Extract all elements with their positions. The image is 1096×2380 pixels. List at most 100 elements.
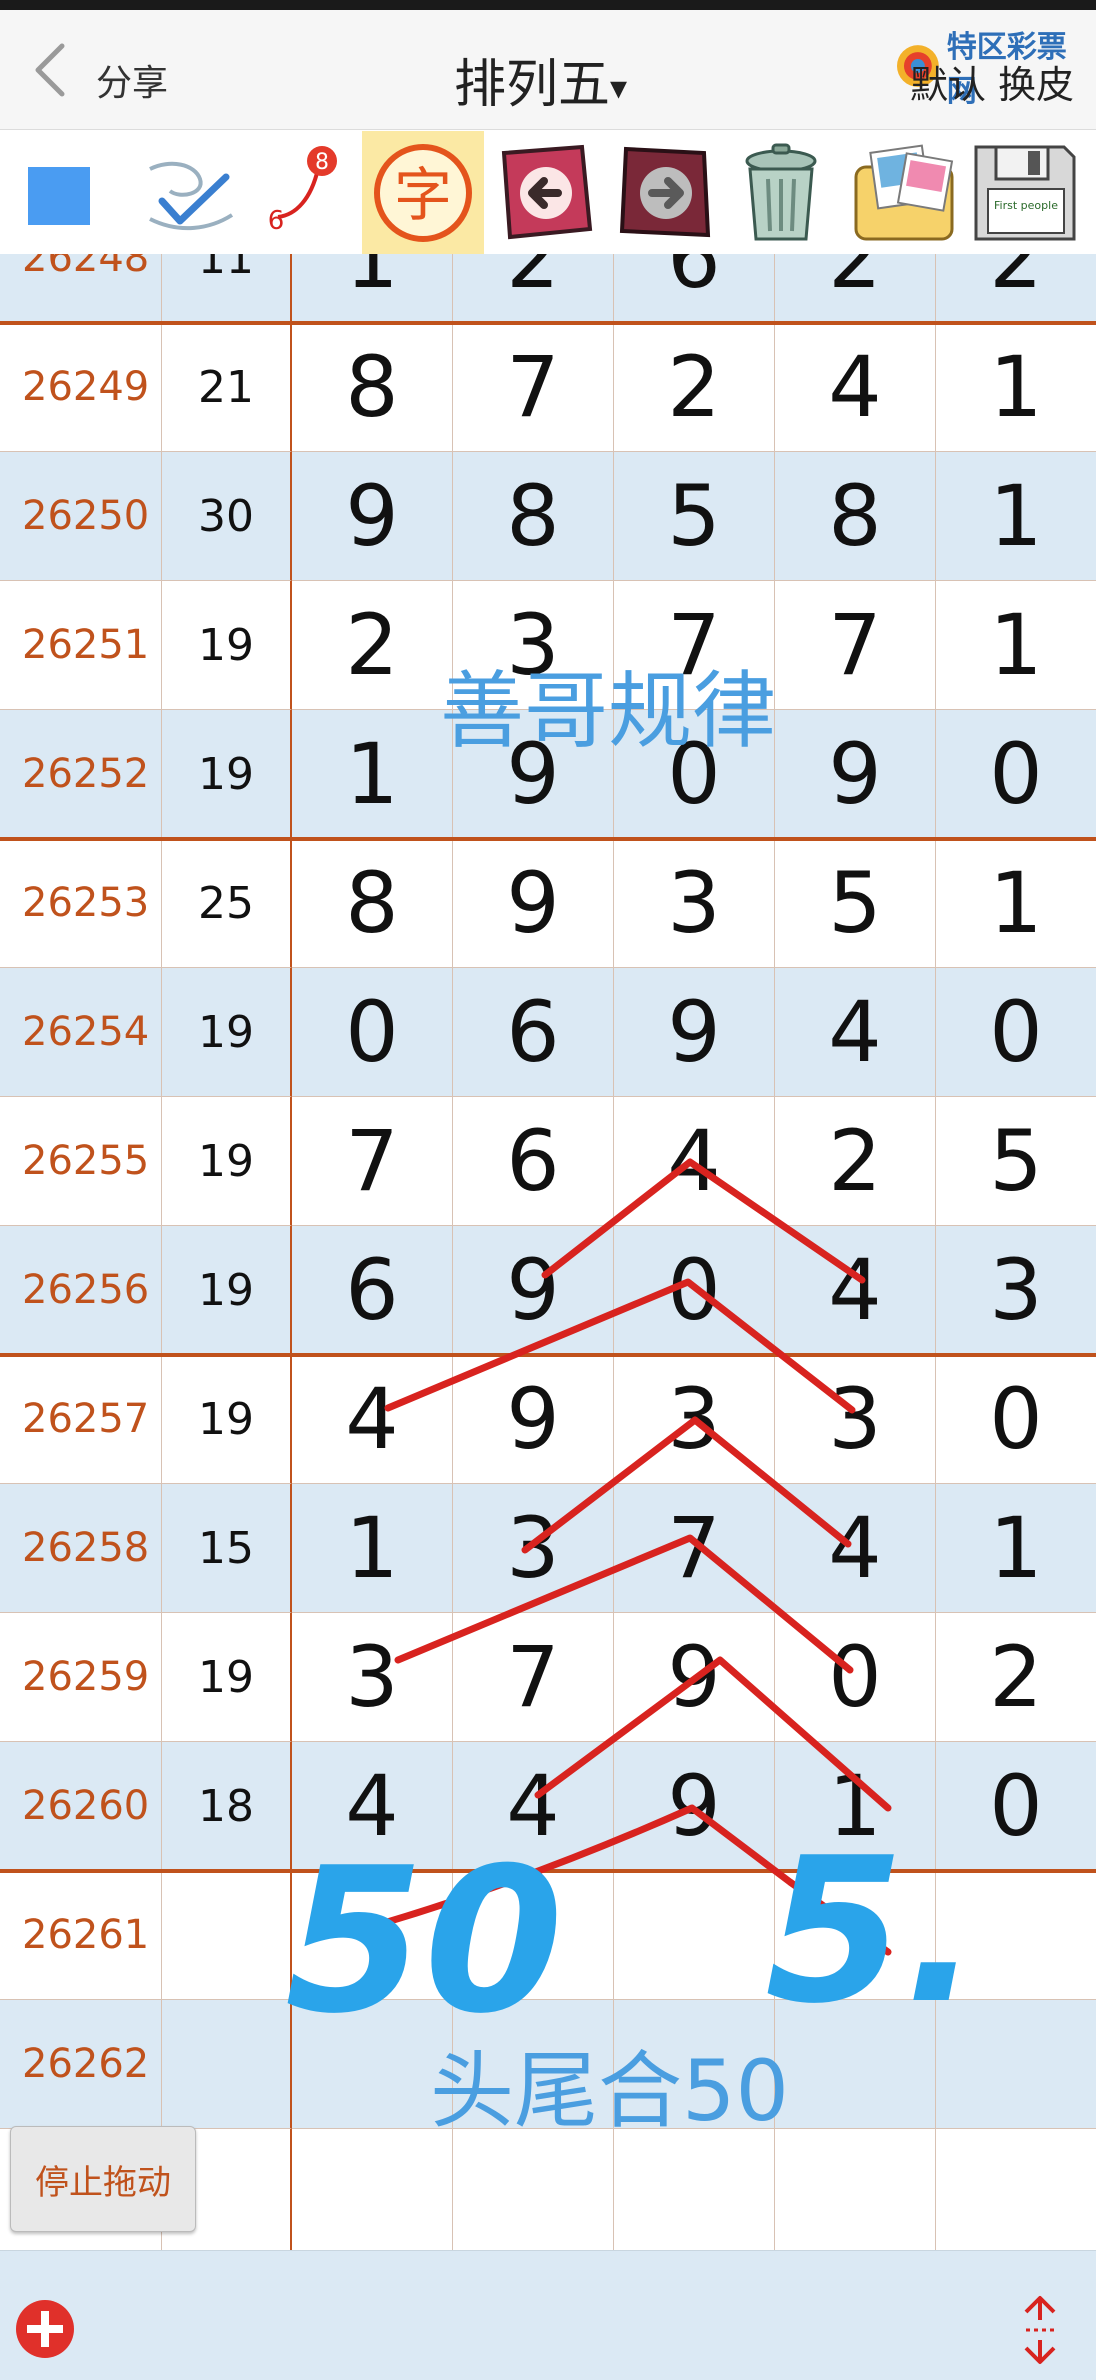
digit-cell[interactable]: 5 — [775, 839, 936, 968]
table-row[interactable]: 26251 19 2 3 7 7 1 — [0, 581, 1096, 710]
digit-cell[interactable]: 6 — [614, 254, 775, 323]
digit-cell[interactable]: 6 — [453, 1097, 614, 1226]
digit-cell[interactable]: 0 — [775, 1613, 936, 1742]
digit-cell[interactable]: 8 — [775, 452, 936, 581]
digit-cell[interactable]: 4 — [614, 1097, 775, 1226]
stop-drag-button[interactable]: 停止拖动 — [10, 2126, 196, 2232]
digit-cell[interactable] — [614, 2129, 775, 2250]
digit-cell[interactable] — [453, 1871, 614, 2000]
scroll-toggle-icon[interactable] — [1018, 2290, 1062, 2370]
digit-cell[interactable] — [292, 2129, 453, 2250]
digit-cell[interactable]: 3 — [775, 1355, 936, 1484]
share-button[interactable]: 分享 — [96, 54, 168, 106]
back-arrow-icon[interactable] — [30, 40, 70, 100]
digit-cell[interactable] — [292, 1871, 453, 2000]
digit-cell[interactable]: 2 — [453, 254, 614, 323]
table-row[interactable]: 26250 30 9 8 5 8 1 — [0, 452, 1096, 581]
digit-cell[interactable]: 2 — [936, 254, 1096, 323]
digit-cell[interactable]: 4 — [775, 1226, 936, 1355]
digit-cell[interactable] — [453, 2129, 614, 2250]
digit-cell[interactable]: 1 — [936, 839, 1096, 968]
digit-cell[interactable] — [936, 1871, 1096, 2000]
digit-cell[interactable]: 0 — [292, 968, 453, 1097]
digit-cell[interactable]: 7 — [614, 581, 775, 710]
digit-cell[interactable]: 6 — [292, 1226, 453, 1355]
connect-6-8-icon[interactable]: 8 6 — [256, 139, 346, 247]
digit-cell[interactable]: 1 — [292, 710, 453, 839]
table-row[interactable]: 26255 19 7 6 4 2 5 — [0, 1097, 1096, 1226]
digit-cell[interactable]: 9 — [453, 1355, 614, 1484]
digit-cell[interactable]: 0 — [936, 710, 1096, 839]
digit-cell[interactable] — [936, 2129, 1096, 2250]
next-arrow-icon[interactable] — [612, 139, 720, 247]
digit-cell[interactable] — [775, 2129, 936, 2250]
digit-cell[interactable]: 3 — [453, 581, 614, 710]
digit-cell[interactable]: 1 — [775, 1742, 936, 1871]
floppy-save-icon[interactable]: First people — [968, 139, 1080, 247]
digit-cell[interactable]: 0 — [936, 1355, 1096, 1484]
digit-cell[interactable]: 3 — [453, 1484, 614, 1613]
digit-cell[interactable]: 8 — [292, 839, 453, 968]
digit-cell[interactable]: 3 — [614, 839, 775, 968]
digit-cell[interactable]: 0 — [614, 1226, 775, 1355]
digit-cell[interactable]: 9 — [292, 452, 453, 581]
table-row[interactable]: 26254 19 0 6 9 4 0 — [0, 968, 1096, 1097]
digit-cell[interactable]: 7 — [453, 1613, 614, 1742]
digit-cell[interactable] — [614, 1871, 775, 2000]
color-square-icon[interactable] — [28, 167, 90, 225]
prev-arrow-icon[interactable] — [492, 139, 600, 247]
table-row[interactable]: 26256 19 6 9 0 4 3 — [0, 1226, 1096, 1355]
digit-cell[interactable]: 9 — [453, 1226, 614, 1355]
digit-cell[interactable]: 2 — [775, 254, 936, 323]
table-row[interactable]: 26259 19 3 7 9 0 2 — [0, 1613, 1096, 1742]
digit-cell[interactable]: 1 — [936, 1484, 1096, 1613]
digit-cell[interactable]: 3 — [614, 1355, 775, 1484]
digit-cell[interactable]: 1 — [936, 452, 1096, 581]
check-pen-icon[interactable] — [140, 139, 240, 247]
digit-cell[interactable]: 3 — [936, 1226, 1096, 1355]
digit-cell[interactable]: 2 — [292, 581, 453, 710]
digit-cell[interactable]: 2 — [775, 1097, 936, 1226]
digit-cell[interactable] — [292, 2000, 453, 2129]
digit-cell[interactable] — [453, 2000, 614, 2129]
digit-cell[interactable] — [775, 1871, 936, 2000]
digit-cell[interactable] — [614, 2000, 775, 2129]
digit-cell[interactable]: 5 — [614, 452, 775, 581]
digit-cell[interactable]: 8 — [453, 452, 614, 581]
digit-cell[interactable]: 7 — [453, 323, 614, 452]
digit-cell[interactable]: 4 — [775, 323, 936, 452]
digit-cell[interactable]: 4 — [292, 1742, 453, 1871]
digit-cell[interactable]: 1 — [292, 254, 453, 323]
digit-cell[interactable]: 7 — [775, 581, 936, 710]
digit-cell[interactable]: 9 — [614, 1613, 775, 1742]
digit-cell[interactable]: 0 — [614, 710, 775, 839]
digit-cell[interactable]: 9 — [453, 839, 614, 968]
change-skin-button[interactable]: 默认 换皮 — [910, 54, 1074, 109]
digit-cell[interactable] — [936, 2000, 1096, 2129]
digit-cell[interactable]: 4 — [292, 1355, 453, 1484]
table-row[interactable]: 26258 15 1 3 7 4 1 — [0, 1484, 1096, 1613]
digit-cell[interactable]: 9 — [775, 710, 936, 839]
photos-icon[interactable] — [846, 139, 964, 247]
character-icon[interactable]: 字 — [362, 131, 484, 254]
table-row[interactable]: 26257 19 4 9 3 3 0 — [0, 1355, 1096, 1484]
digit-cell[interactable]: 2 — [936, 1613, 1096, 1742]
digit-cell[interactable]: 0 — [936, 968, 1096, 1097]
lottery-type-selector[interactable]: 排列五▾ — [454, 42, 627, 117]
table-row[interactable]: 26253 25 8 9 3 5 1 — [0, 839, 1096, 968]
trash-icon[interactable] — [726, 139, 836, 247]
digit-cell[interactable]: 6 — [453, 968, 614, 1097]
table-row[interactable]: 26260 18 4 4 9 1 0 — [0, 1742, 1096, 1871]
table-row[interactable]: 26249 21 8 7 2 4 1 — [0, 323, 1096, 452]
digit-cell[interactable]: 5 — [936, 1097, 1096, 1226]
digit-cell[interactable]: 8 — [292, 323, 453, 452]
table-row[interactable]: 26261 — [0, 1871, 1096, 2000]
digit-cell[interactable]: 2 — [614, 323, 775, 452]
digit-cell[interactable]: 4 — [775, 968, 936, 1097]
table-row[interactable]: 26252 19 1 9 0 9 0 — [0, 710, 1096, 839]
digit-cell[interactable]: 3 — [292, 1613, 453, 1742]
digit-cell[interactable]: 1 — [936, 581, 1096, 710]
digit-cell[interactable]: 9 — [453, 710, 614, 839]
digit-cell[interactable]: 9 — [614, 1742, 775, 1871]
table-row[interactable]: 26262 — [0, 2000, 1096, 2129]
